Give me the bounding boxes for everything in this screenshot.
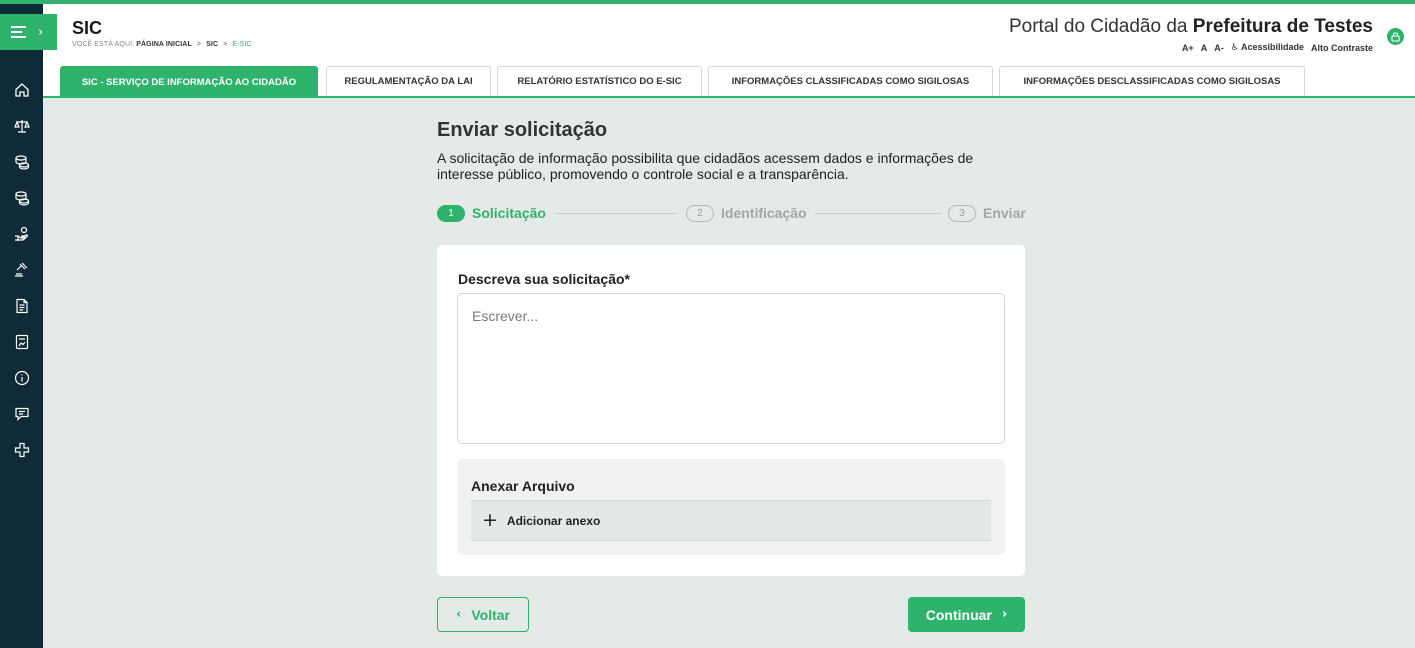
request-form-card: Descreva sua solicitação* Anexar Arquivo…	[437, 245, 1025, 576]
back-button[interactable]: ‹ Voltar	[437, 597, 529, 632]
high-contrast-button[interactable]: Alto Contraste	[1311, 43, 1373, 53]
accessibility-label: Acessibilidade	[1240, 42, 1304, 52]
step-connector	[554, 213, 678, 214]
breadcrumb-sic[interactable]: SIC	[206, 41, 218, 48]
portal-title-name: Prefeitura de Testes	[1192, 16, 1373, 37]
tab-regulamentacao-lai[interactable]: REGULAMENTAÇÃO DA LAI	[326, 66, 491, 96]
home-icon[interactable]	[0, 72, 43, 108]
accessibility-icon: ♿︎	[1230, 42, 1239, 52]
tab-bar: SIC - SERVIÇO DE INFORMAÇÃO AO CIDADÃO R…	[43, 66, 1415, 98]
chat-icon[interactable]	[0, 396, 43, 432]
step-enviar: 3 Enviar	[948, 204, 1026, 222]
tab-bar-underline	[43, 96, 1415, 98]
request-textarea[interactable]	[457, 293, 1005, 444]
page-header: SIC VOCÊ ESTÁ AQUI: PÁGINA INICIAL > SIC…	[43, 4, 1415, 66]
step-identificacao: 2 Identificação	[686, 204, 807, 222]
progress-stepper: 1 Solicitação 2 Identificação 3 Enviar	[437, 204, 1026, 224]
tab-informacoes-desclassificadas[interactable]: INFORMAÇÕES DESCLASSIFICADAS COMO SIGILO…	[999, 66, 1305, 96]
portal-title-prefix: Portal do Cidadão da	[1008, 16, 1188, 37]
coins-stack-icon[interactable]	[0, 180, 43, 216]
page-description: A solicitação de informação possibilita …	[437, 150, 974, 182]
health-cross-icon[interactable]	[0, 432, 43, 468]
font-increase-button[interactable]: A+	[1182, 43, 1194, 53]
portal-title: Portal do Cidadão da Prefeitura de Teste…	[1009, 16, 1373, 38]
add-attachment-label: Adicionar anexo	[506, 513, 601, 528]
step-solicitacao: 1 Solicitação	[437, 204, 546, 222]
breadcrumb-prefix: VOCÊ ESTÁ AQUI:	[72, 41, 135, 48]
tab-sic[interactable]: SIC - SERVIÇO DE INFORMAÇÃO AO CIDADÃO	[60, 66, 318, 98]
add-attachment-button[interactable]: + Adicionar anexo	[471, 500, 991, 541]
continue-button-label: Continuar	[925, 606, 992, 623]
menu-toggle-button[interactable]: ›	[0, 14, 57, 50]
chevron-right-icon: ›	[38, 24, 44, 40]
attachment-title: Anexar Arquivo	[471, 478, 575, 494]
app-title: SIC	[72, 18, 103, 38]
request-field-label: Descreva sua solicitação*	[458, 271, 630, 287]
chevron-right-icon: ›	[1001, 607, 1008, 622]
breadcrumb-home[interactable]: PÁGINA INICIAL	[136, 41, 192, 48]
step-number: 2	[686, 204, 714, 222]
font-decrease-button[interactable]: A-	[1214, 43, 1224, 53]
breadcrumb-separator: >	[223, 41, 228, 48]
sidebar	[0, 4, 43, 648]
tab-relatorio-estatistico[interactable]: RELATÓRIO ESTATÍSTICO DO E-SIC	[497, 66, 702, 96]
accessibility-bar: A+ A A- ♿︎ Acessibilidade Alto Contraste	[1182, 42, 1373, 53]
breadcrumb: VOCÊ ESTÁ AQUI: PÁGINA INICIAL > SIC > E…	[72, 41, 252, 48]
accessibility-link[interactable]: ♿︎ Acessibilidade	[1231, 42, 1304, 53]
money-hand-icon[interactable]	[0, 216, 43, 252]
back-button-label: Voltar	[471, 606, 510, 623]
plus-icon: +	[482, 509, 498, 531]
step-number: 3	[948, 204, 976, 222]
coins-icon[interactable]	[0, 144, 43, 180]
breadcrumb-separator: >	[196, 41, 202, 48]
tab-informacoes-classificadas[interactable]: INFORMAÇÕES CLASSIFICADAS COMO SIGILOSAS	[708, 66, 993, 96]
page-title: Enviar solicitação	[437, 119, 608, 141]
lock-icon[interactable]	[1387, 28, 1404, 45]
step-number: 1	[437, 204, 465, 222]
gavel-icon[interactable]	[0, 252, 43, 288]
scales-icon[interactable]	[0, 108, 43, 144]
sidebar-icon-list	[0, 72, 43, 468]
breadcrumb-current: E-SIC	[232, 41, 252, 48]
hamburger-icon	[11, 26, 26, 38]
font-normal-button[interactable]: A	[1201, 43, 1208, 53]
step-label: Solicitação	[472, 205, 546, 221]
report-icon[interactable]	[0, 324, 43, 360]
info-coin-icon[interactable]	[0, 360, 43, 396]
document-icon[interactable]	[0, 288, 43, 324]
step-label: Enviar	[983, 205, 1026, 221]
step-connector	[815, 213, 941, 214]
continue-button[interactable]: Continuar ›	[908, 597, 1025, 632]
chevron-left-icon: ‹	[456, 607, 462, 622]
step-label: Identificação	[721, 205, 807, 221]
attachment-section: Anexar Arquivo + Adicionar anexo	[457, 459, 1005, 555]
